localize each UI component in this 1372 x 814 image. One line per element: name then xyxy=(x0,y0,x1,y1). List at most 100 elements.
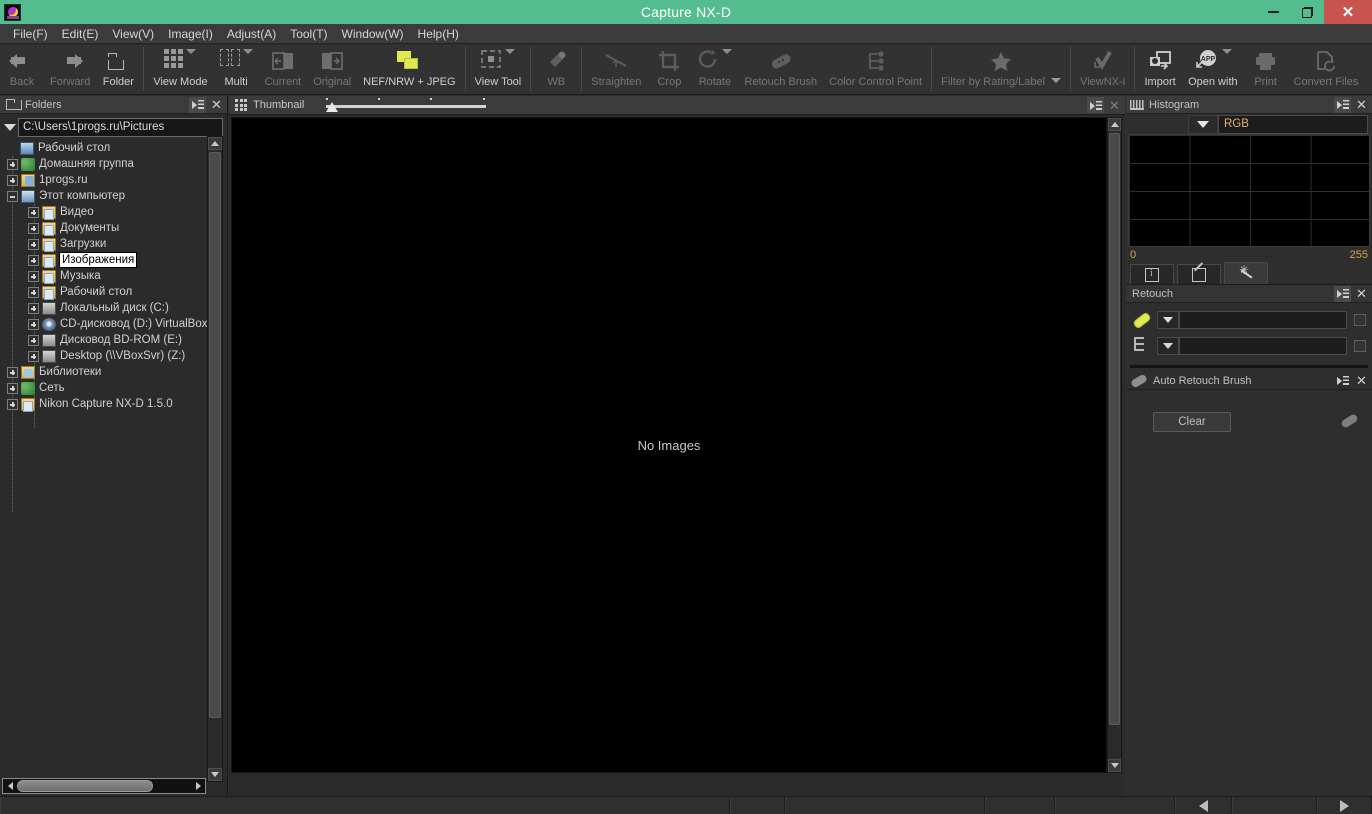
folders-vertical-scrollbar[interactable] xyxy=(207,136,223,782)
tree-expander[interactable] xyxy=(28,286,39,298)
scroll-up-button[interactable] xyxy=(208,137,222,150)
toolbar-open-with-button[interactable]: APP Open with xyxy=(1182,45,1244,93)
thumbnail-panel-menu-button[interactable] xyxy=(1087,97,1104,113)
scrollbar-thumb[interactable] xyxy=(1109,133,1120,725)
menu-view[interactable]: View(V) xyxy=(105,25,161,43)
tree-expander[interactable] xyxy=(28,270,39,282)
tree-expander[interactable] xyxy=(7,366,18,378)
toolbar-back-button[interactable]: Back xyxy=(0,45,44,93)
toolbar-current-button[interactable]: Current xyxy=(259,45,308,93)
tree-item-10[interactable]: Локальный диск (C:) xyxy=(2,300,208,316)
path-dropdown-button[interactable] xyxy=(2,118,18,136)
chevron-down-icon[interactable] xyxy=(1222,49,1233,54)
scroll-down-button[interactable] xyxy=(1108,759,1121,772)
menu-edit[interactable]: Edit(E) xyxy=(55,25,106,43)
toolbar-forward-button[interactable]: Forward xyxy=(44,45,96,93)
tree-expander[interactable] xyxy=(7,158,18,170)
toolbar-wb-button[interactable]: WB xyxy=(534,45,578,93)
scroll-left-button[interactable] xyxy=(3,779,17,793)
menu-help[interactable]: Help(H) xyxy=(411,25,466,43)
chevron-down-icon[interactable] xyxy=(722,49,733,54)
tree-expander[interactable] xyxy=(7,190,18,202)
retouch-brush-icon[interactable] xyxy=(1340,413,1360,429)
toolbar-viewnx-button[interactable]: ViewNX-i xyxy=(1074,45,1131,93)
tree-expander[interactable] xyxy=(28,222,39,234)
toolbar-original-button[interactable]: Original xyxy=(307,45,357,93)
toolbar-folder-button[interactable]: Folder xyxy=(96,45,140,93)
tab-edit[interactable] xyxy=(1177,264,1221,284)
scrollbar-thumb[interactable] xyxy=(209,152,221,718)
tree-item-5[interactable]: Документы xyxy=(2,220,208,236)
histogram-channel-value[interactable]: RGB xyxy=(1218,114,1368,134)
tree-expander[interactable] xyxy=(7,382,18,394)
folders-horizontal-scrollbar[interactable] xyxy=(2,778,206,794)
thumbnail-panel-close-button[interactable]: ✕ xyxy=(1106,97,1123,113)
histogram-panel-menu-button[interactable] xyxy=(1334,96,1351,113)
tree-item-7-selected[interactable]: Изображения xyxy=(2,252,208,268)
folder-path-input[interactable]: C:\Users\1progs.ru\Pictures xyxy=(18,117,223,137)
folders-panel-menu-button[interactable] xyxy=(189,96,206,113)
toolbar-crop-button[interactable]: Crop xyxy=(647,45,691,93)
histogram-channel-dropdown-button[interactable] xyxy=(1188,114,1218,134)
slider-knob[interactable] xyxy=(326,102,339,112)
tree-item-2[interactable]: 1progs.ru xyxy=(2,172,208,188)
toolbar-print-button[interactable]: Print xyxy=(1244,45,1288,93)
toolbar-view-tool-button[interactable]: View Tool xyxy=(469,45,528,93)
retouch-dropdown-0[interactable] xyxy=(1157,311,1179,329)
auto-retouch-menu-button[interactable] xyxy=(1334,373,1351,389)
tree-expander[interactable] xyxy=(7,398,18,410)
menu-adjust[interactable]: Adjust(A) xyxy=(220,25,283,43)
retouch-dropdown-1[interactable] xyxy=(1157,337,1179,355)
chevron-down-icon[interactable] xyxy=(186,49,197,54)
tree-expander[interactable] xyxy=(28,350,39,362)
menu-file[interactable]: File(F) xyxy=(6,25,55,43)
retouch-panel-close-button[interactable]: ✕ xyxy=(1353,286,1370,302)
toolbar-color-control-point-button[interactable]: Color Control Point xyxy=(823,45,928,93)
chevron-down-icon[interactable] xyxy=(1051,78,1062,83)
tree-expander[interactable] xyxy=(6,143,17,154)
retouch-field-1[interactable] xyxy=(1179,337,1347,355)
menu-window[interactable]: Window(W) xyxy=(335,25,411,43)
retouch-panel-menu-button[interactable] xyxy=(1334,285,1351,302)
tree-item-11[interactable]: CD-дисковод (D:) VirtualBox xyxy=(2,316,208,332)
close-button[interactable]: ✕ xyxy=(1324,0,1372,24)
tree-item-3[interactable]: Этот компьютер xyxy=(2,188,208,204)
menu-image[interactable]: Image(I) xyxy=(161,25,220,43)
toolbar-straighten-button[interactable]: Straighten xyxy=(585,45,647,93)
tree-item-1[interactable]: Домашняя группа xyxy=(2,156,208,172)
tree-item-9[interactable]: Рабочий стол xyxy=(2,284,208,300)
tree-expander[interactable] xyxy=(7,174,18,186)
toolbar-retouch-brush-button[interactable]: Retouch Brush xyxy=(738,45,823,93)
clear-button[interactable]: Clear xyxy=(1153,412,1231,432)
retouch-field-0[interactable] xyxy=(1179,311,1347,329)
minimize-button[interactable] xyxy=(1256,0,1290,24)
tree-expander[interactable] xyxy=(28,334,39,346)
image-canvas[interactable]: No Images xyxy=(231,117,1107,773)
toolbar-rotate-button[interactable]: Rotate xyxy=(691,45,738,93)
tree-item-8[interactable]: Музыка xyxy=(2,268,208,284)
folders-panel-close-button[interactable]: ✕ xyxy=(208,97,225,113)
tree-item-14[interactable]: Библиотеки xyxy=(2,364,208,380)
scroll-down-button[interactable] xyxy=(208,768,222,781)
toolbar-multi-button[interactable]: Multi xyxy=(214,45,259,93)
tab-info[interactable] xyxy=(1130,264,1174,284)
tree-item-15[interactable]: Сеть xyxy=(2,380,208,396)
tree-item-12[interactable]: Дисковод BD-ROM (E:) xyxy=(2,332,208,348)
tree-item-0[interactable]: Рабочий стол xyxy=(2,140,208,156)
scrollbar-thumb[interactable] xyxy=(17,780,153,792)
tree-item-4[interactable]: Видео xyxy=(2,204,208,220)
chevron-down-icon[interactable] xyxy=(505,49,516,54)
status-next-button[interactable] xyxy=(1317,797,1372,814)
histogram-panel-close-button[interactable]: ✕ xyxy=(1353,97,1370,113)
tree-expander[interactable] xyxy=(28,206,39,218)
scroll-up-button[interactable] xyxy=(1108,118,1121,131)
status-prev-button[interactable] xyxy=(1175,797,1232,814)
tree-expander[interactable] xyxy=(28,302,39,314)
tree-item-13[interactable]: Desktop (\\VBoxSvr) (Z:) xyxy=(2,348,208,364)
maximize-button[interactable] xyxy=(1290,0,1324,24)
scroll-right-button[interactable] xyxy=(191,779,205,793)
toolbar-filter-rating-button[interactable]: Filter by Rating/Label xyxy=(935,45,1067,93)
toolbar-convert-files-button[interactable]: Convert Files xyxy=(1288,45,1365,93)
canvas-horizontal-scrollbar[interactable] xyxy=(231,778,1111,794)
tree-item-16[interactable]: Nikon Capture NX-D 1.5.0 xyxy=(2,396,208,412)
